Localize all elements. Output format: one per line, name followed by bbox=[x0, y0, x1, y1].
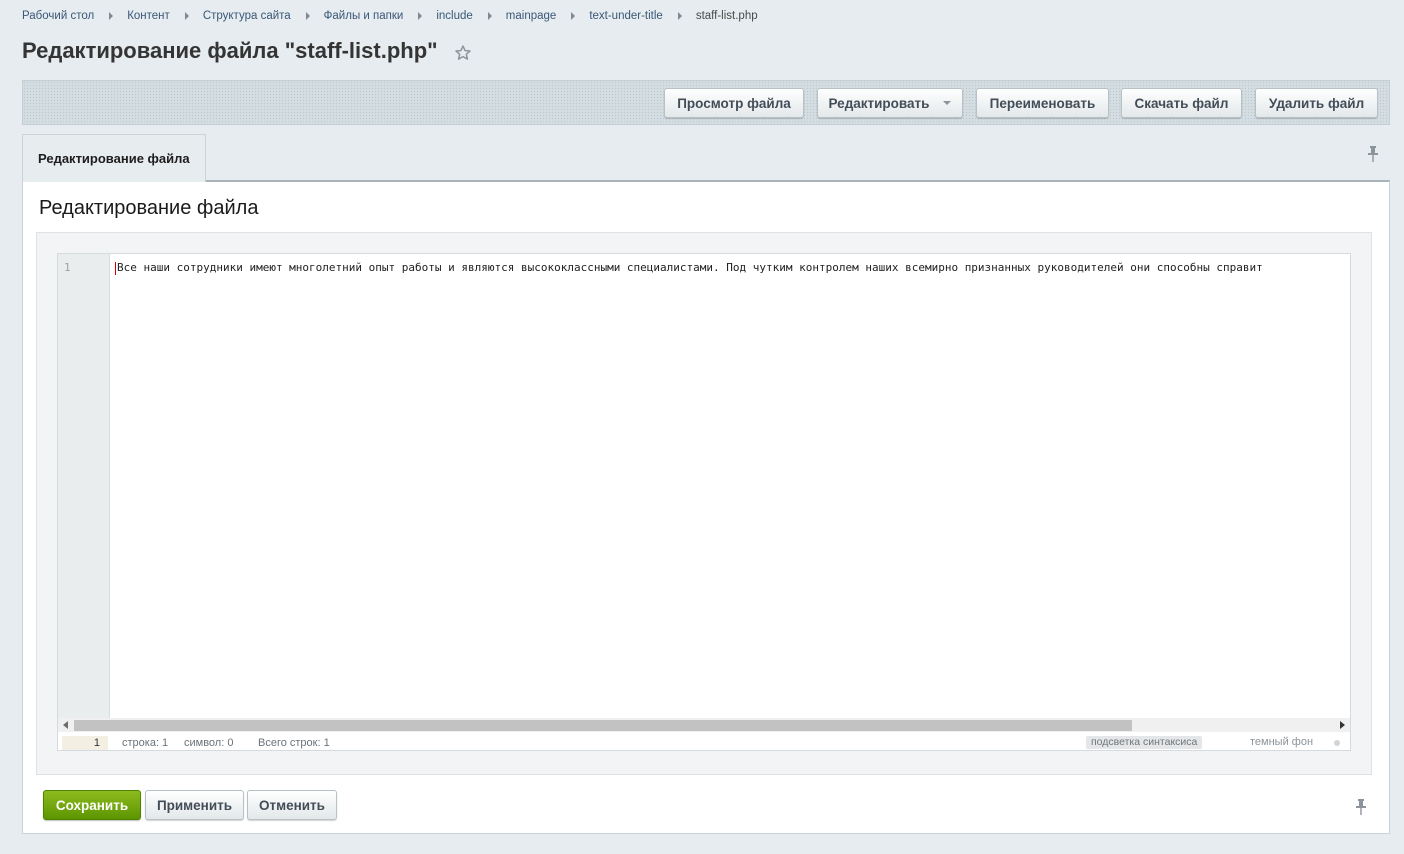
line-number: 1 bbox=[64, 261, 71, 274]
breadcrumb-arrow-icon bbox=[305, 12, 310, 20]
goto-line-input[interactable]: 1 bbox=[62, 736, 108, 750]
status-row: строка: 1 bbox=[122, 737, 169, 749]
status-symbol: символ: 0 bbox=[184, 737, 234, 749]
breadcrumb-files-folders[interactable]: Файлы и папки bbox=[324, 10, 404, 22]
text-cursor bbox=[115, 261, 116, 275]
dark-theme-dot-icon[interactable] bbox=[1334, 740, 1340, 746]
syntax-highlight-toggle[interactable]: подсветка синтаксиса bbox=[1086, 736, 1203, 749]
tab-label: Редактирование файла bbox=[38, 151, 190, 166]
breadcrumb-content[interactable]: Контент bbox=[127, 10, 170, 22]
cancel-button[interactable]: Отменить bbox=[247, 790, 337, 820]
breadcrumb: Рабочий стол Контент Структура сайта Фай… bbox=[22, 10, 758, 22]
breadcrumb-site-structure[interactable]: Структура сайта bbox=[203, 10, 291, 22]
apply-button[interactable]: Применить bbox=[145, 790, 244, 820]
breadcrumb-arrow-icon bbox=[487, 12, 492, 20]
section-title: Редактирование файла bbox=[39, 197, 259, 219]
delete-file-button[interactable]: Удалить файл bbox=[1255, 88, 1378, 118]
editor-status-bar: 1 строка: 1 символ: 0 Всего строк: 1 под… bbox=[58, 734, 1350, 752]
code-line[interactable]: Все наши сотрудники имеют многолетний оп… bbox=[115, 260, 1350, 276]
page-title: Редактирование файла "staff-list.php" bbox=[22, 38, 438, 63]
edit-dropdown-button[interactable]: Редактировать bbox=[817, 88, 963, 118]
pin-icon-bottom[interactable] bbox=[1355, 798, 1367, 816]
star-icon[interactable] bbox=[454, 42, 472, 60]
code-editor[interactable]: 1 Все наши сотрудники имеют многолетний … bbox=[57, 253, 1351, 751]
download-button[interactable]: Скачать файл bbox=[1121, 88, 1242, 118]
breadcrumb-arrow-icon bbox=[109, 12, 114, 20]
save-button[interactable]: Сохранить bbox=[43, 790, 141, 820]
editor-container: 1 Все наши сотрудники имеют многолетний … bbox=[36, 232, 1372, 775]
horizontal-scrollbar[interactable] bbox=[58, 718, 1350, 732]
tab-edit-file[interactable]: Редактирование файла bbox=[22, 134, 206, 182]
pin-icon[interactable] bbox=[1367, 145, 1379, 163]
code-text: Все наши сотрудники имеют многолетний оп… bbox=[117, 261, 1263, 274]
breadcrumb-arrow-icon bbox=[418, 12, 423, 20]
status-total-lines: Всего строк: 1 bbox=[258, 737, 330, 749]
scrollbar-thumb[interactable] bbox=[74, 720, 1132, 731]
main-panel: Редактирование файла 1 Все наши сотрудни… bbox=[22, 180, 1390, 834]
scroll-left-icon[interactable] bbox=[63, 721, 68, 729]
line-gutter: 1 bbox=[58, 254, 110, 718]
edit-button-label: Редактировать bbox=[828, 95, 930, 111]
breadcrumb-arrow-icon bbox=[677, 12, 682, 20]
breadcrumb-current: staff-list.php bbox=[695, 10, 758, 22]
view-file-button[interactable]: Просмотр файла bbox=[664, 88, 804, 118]
toolbar: Просмотр файла Редактировать Переименова… bbox=[22, 80, 1390, 125]
chevron-down-icon bbox=[943, 101, 952, 105]
breadcrumb-arrow-icon bbox=[571, 12, 576, 20]
breadcrumb-text-under-title[interactable]: text-under-title bbox=[589, 10, 663, 22]
breadcrumb-mainpage[interactable]: mainpage bbox=[506, 10, 557, 22]
dark-theme-toggle[interactable]: темный фон bbox=[1250, 736, 1313, 748]
breadcrumb-desktop[interactable]: Рабочий стол bbox=[22, 10, 94, 22]
rename-button[interactable]: Переименовать bbox=[976, 88, 1109, 118]
page-title-wrap: Редактирование файла "staff-list.php" bbox=[22, 38, 472, 64]
breadcrumb-arrow-icon bbox=[184, 12, 189, 20]
breadcrumb-include[interactable]: include bbox=[436, 10, 472, 22]
scroll-right-icon[interactable] bbox=[1340, 721, 1345, 729]
